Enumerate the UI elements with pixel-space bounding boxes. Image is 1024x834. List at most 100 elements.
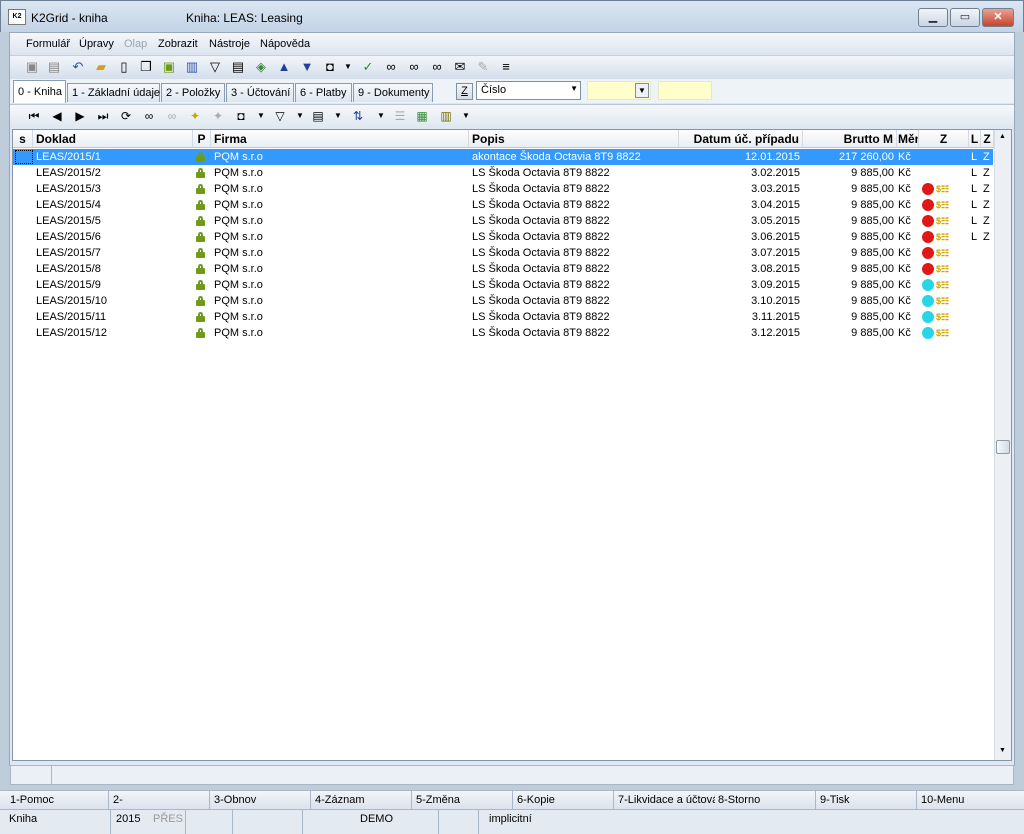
table-row[interactable]: LEAS/2015/7 PQM s.r.o LS Škoda Octavia 8T9… (13, 245, 993, 261)
fkey-8[interactable]: 8-Storno (718, 794, 760, 806)
scroll-down-icon[interactable]: ▼ (999, 747, 1006, 754)
tab-polozky[interactable]: 2 - Položky (161, 83, 225, 102)
column-header-firma[interactable]: Firma (211, 130, 469, 148)
column-header-datum[interactable]: Datum úč. případu (679, 130, 803, 148)
maximize-button[interactable]: ▭ (950, 8, 980, 27)
last-record-icon[interactable]: ⏭ (95, 108, 111, 124)
column-header-s[interactable]: s (13, 130, 33, 148)
column-header-z[interactable]: Z (919, 130, 969, 148)
cell-mena: Kč (898, 215, 911, 227)
column-header-l[interactable]: L (969, 130, 981, 148)
chevron-down-icon[interactable]: ▼ (373, 108, 389, 124)
row-selector[interactable] (15, 150, 33, 164)
chevron-down-icon[interactable]: ▼ (292, 108, 308, 124)
sort-az-icon[interactable]: ⇅ (350, 108, 366, 124)
next-record-icon[interactable]: ▶ (72, 108, 88, 124)
new-document-icon[interactable]: ▯ (116, 59, 132, 75)
column-header-brutto[interactable]: Brutto M (803, 130, 897, 148)
tab-dokumenty[interactable]: 9 - Dokumenty (353, 83, 433, 102)
sort-field-select[interactable]: Číslo ▼ (476, 81, 581, 100)
fkey-4[interactable]: 4-Záznam (315, 794, 365, 806)
table-row[interactable]: LEAS/2015/5 PQM s.r.o LS Škoda Octavia 8T9… (13, 213, 993, 229)
search-from-input[interactable]: ▼ (587, 81, 651, 100)
column-header-z2[interactable]: Z (981, 130, 994, 148)
menu-formular[interactable]: Formulář (26, 38, 70, 50)
document-filter-icon[interactable]: ▤ (230, 59, 246, 75)
arrow-down-icon[interactable]: ▼ (299, 59, 315, 75)
chevron-down-icon[interactable]: ▼ (458, 108, 474, 124)
star-icon[interactable]: ✦ (187, 108, 203, 124)
scroll-up-icon[interactable]: ▲ (999, 133, 1006, 140)
undo-icon[interactable]: ↶ (70, 59, 86, 75)
menu-nastroje[interactable]: Nástroje (209, 38, 250, 50)
binoculars-icon[interactable]: ∞ (383, 59, 399, 75)
fkey-6[interactable]: 6-Kopie (517, 794, 555, 806)
scroll-thumb[interactable] (996, 440, 1010, 454)
copy-document-icon[interactable]: ❐ (138, 59, 154, 75)
excel-icon[interactable]: ▦ (414, 108, 430, 124)
camera-icon[interactable]: ◘ (322, 59, 338, 75)
table-row[interactable]: LEAS/2015/3 PQM s.r.o LS Škoda Octavia 8T9… (13, 181, 993, 197)
table-row[interactable]: LEAS/2015/6 PQM s.r.o LS Škoda Octavia 8T9… (13, 229, 993, 245)
tab-zakladni-udaje[interactable]: 1 - Základní údaje (67, 83, 160, 102)
menu-napoveda[interactable]: Nápověda (260, 38, 310, 50)
table-row[interactable]: LEAS/2015/11 PQM s.r.o LS Škoda Octavia 8T… (13, 309, 993, 325)
first-record-icon[interactable]: ⏮ (26, 108, 42, 124)
refresh-icon[interactable]: ⟳ (118, 108, 134, 124)
table-row[interactable]: LEAS/2015/2 PQM s.r.o LS Škoda Octavia 8T9… (13, 165, 993, 181)
table-row[interactable]: LEAS/2015/8 PQM s.r.o LS Škoda Octavia 8T9… (13, 261, 993, 277)
cell-popis: LS Škoda Octavia 8T9 8822 (472, 295, 610, 307)
column-header-doklad[interactable]: Doklad (33, 130, 193, 148)
columns-icon[interactable]: ▤ (310, 108, 326, 124)
save-as-icon[interactable]: ▤ (46, 59, 62, 75)
chevron-down-icon[interactable]: ▼ (253, 108, 269, 124)
check-icon[interactable]: ✓ (360, 59, 376, 75)
close-button[interactable]: ✕ (982, 8, 1014, 27)
binoculars-tools-icon[interactable]: ∞ (429, 59, 445, 75)
arrow-up-icon[interactable]: ▲ (276, 59, 292, 75)
stack-icon[interactable]: ◈ (253, 59, 269, 75)
column-header-p[interactable]: P (193, 130, 211, 148)
fkey-3[interactable]: 3-Obnov (214, 794, 256, 806)
prev-record-icon[interactable]: ◀ (49, 108, 65, 124)
column-header-mena[interactable]: Měna (897, 130, 919, 148)
open-folder-icon[interactable]: ▰ (93, 59, 109, 75)
search-to-input[interactable] (658, 81, 712, 100)
table-row[interactable]: LEAS/2015/4 PQM s.r.o LS Škoda Octavia 8T9… (13, 197, 993, 213)
fkey-7[interactable]: 7-Likvidace a účtová (618, 794, 715, 806)
table-row[interactable]: LEAS/2015/10 PQM s.r.o LS Škoda Octavia 8T… (13, 293, 993, 309)
lock-icon (196, 200, 205, 210)
z-button[interactable]: Z (456, 83, 473, 100)
lock-icon[interactable]: ▣ (161, 59, 177, 75)
fkey-2[interactable]: 2- (113, 794, 123, 806)
menu-upravy[interactable]: Úpravy (79, 38, 114, 50)
cell-firma: PQM s.r.o (214, 183, 263, 195)
minimize-button[interactable]: ▁ (918, 8, 948, 27)
filter-icon[interactable]: ▽ (272, 108, 288, 124)
table-row[interactable]: LEAS/2015/12 PQM s.r.o LS Škoda Octavia 8T… (13, 325, 993, 341)
table-row[interactable]: LEAS/2015/9 PQM s.r.o LS Škoda Octavia 8T9… (13, 277, 993, 293)
report-icon[interactable]: ▥ (438, 108, 454, 124)
filter-icon[interactable]: ▽ (207, 59, 223, 75)
binoculars-next-icon[interactable]: ∞ (406, 59, 422, 75)
fkey-10[interactable]: 10-Menu (921, 794, 964, 806)
dropdown-icon[interactable]: ▼ (635, 83, 649, 98)
find-icon[interactable]: ∞ (141, 108, 157, 124)
tab-kniha[interactable]: 0 - Kniha (13, 80, 66, 103)
fkey-5[interactable]: 5-Změna (416, 794, 460, 806)
menu-lines-icon[interactable]: ≡ (498, 59, 514, 75)
column-header-popis[interactable]: Popis (469, 130, 679, 148)
book-icon[interactable]: ▥ (184, 59, 200, 75)
vertical-scrollbar[interactable]: ▲ ▼ (994, 130, 1011, 760)
menu-zobrazit[interactable]: Zobrazit (158, 38, 198, 50)
camera-icon[interactable]: ◘ (233, 108, 249, 124)
save-icon[interactable]: ▣ (24, 59, 40, 75)
chevron-down-icon[interactable]: ▼ (330, 108, 346, 124)
tab-platby[interactable]: 6 - Platby (295, 83, 352, 102)
chevron-down-icon[interactable]: ▼ (340, 59, 356, 75)
fkey-9[interactable]: 9-Tisk (820, 794, 850, 806)
tab-uctovani[interactable]: 3 - Účtování (226, 83, 294, 102)
fkey-1[interactable]: 1-Pomoc (10, 794, 54, 806)
mail-icon[interactable]: ✉ (452, 59, 468, 75)
table-row[interactable]: LEAS/2015/1 PQM s.r.o akontace Škoda Octav… (13, 149, 993, 165)
